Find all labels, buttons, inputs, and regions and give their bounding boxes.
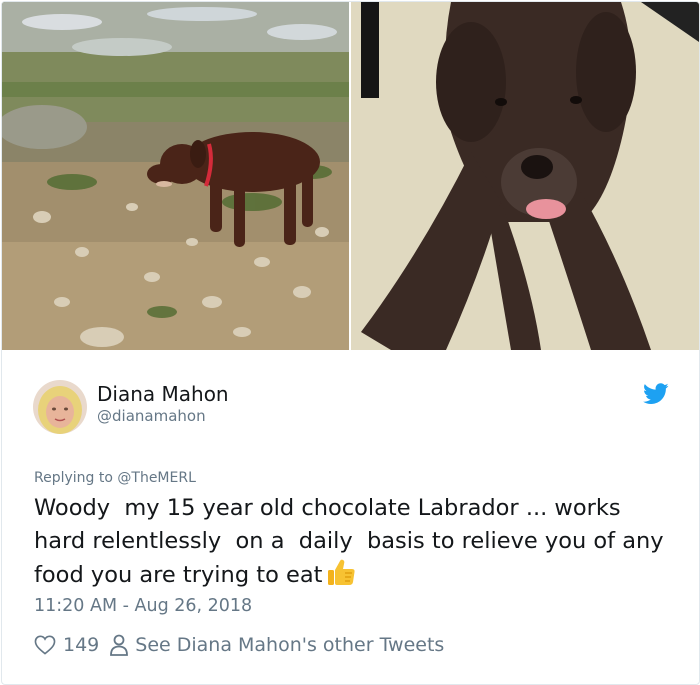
avatar[interactable] (33, 380, 87, 434)
tweet-text: Woody my 15 year old chocolate Labrador … (34, 492, 674, 596)
like-count[interactable]: 149 (63, 634, 99, 656)
other-tweets-link[interactable]: See Diana Mahon's other Tweets (135, 634, 444, 656)
heart-icon[interactable] (34, 635, 56, 655)
author-handle[interactable]: @dianamahon (97, 407, 206, 425)
author-name[interactable]: Diana Mahon (97, 382, 229, 406)
reply-context: Replying to @TheMERL (34, 470, 196, 486)
twitter-bird-icon[interactable] (643, 383, 669, 405)
tweet-media (2, 2, 699, 350)
photo-dog-carpet[interactable] (351, 2, 699, 350)
tweet-card: Diana Mahon @dianamahon Replying to @The… (1, 1, 700, 685)
tweet-actions: 149 See Diana Mahon's other Tweets (34, 631, 444, 659)
thumbs-up-emoji (326, 558, 356, 596)
photo-dog-beach[interactable] (2, 2, 349, 350)
reply-to-link[interactable]: @TheMERL (117, 470, 196, 486)
timestamp[interactable]: 11:20 AM - Aug 26, 2018 (34, 596, 252, 616)
reply-prefix: Replying to (34, 470, 118, 486)
person-icon (109, 634, 129, 656)
